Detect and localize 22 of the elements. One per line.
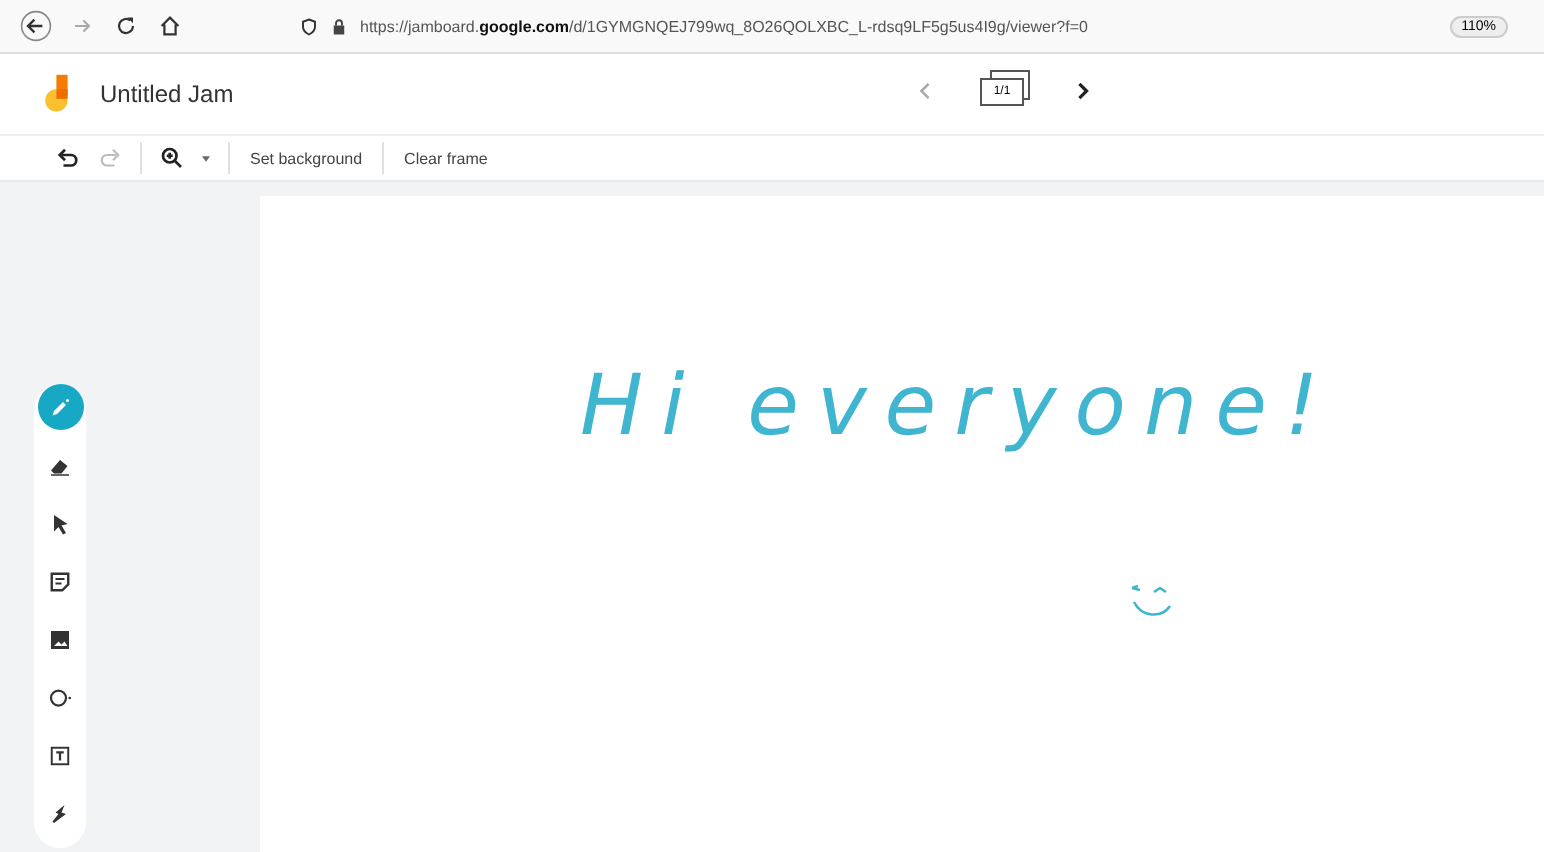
shield-icon[interactable]	[300, 17, 318, 35]
marker-icon	[48, 395, 72, 419]
undo-icon[interactable]	[56, 146, 80, 170]
clear-frame-button[interactable]: Clear frame	[402, 145, 490, 171]
dropdown-icon[interactable]	[202, 155, 210, 161]
set-background-button[interactable]: Set background	[248, 145, 365, 171]
circle-icon	[48, 685, 72, 709]
back-icon[interactable]	[20, 10, 52, 42]
lock-icon[interactable]	[330, 17, 348, 35]
sticky-note-icon	[48, 569, 72, 593]
image-icon	[48, 627, 72, 651]
pen-tool[interactable]	[37, 384, 83, 430]
reload-icon[interactable]	[112, 12, 140, 40]
jam-title[interactable]: Untitled Jam	[100, 80, 234, 108]
home-icon[interactable]	[156, 12, 184, 40]
zoom-icon[interactable]	[160, 146, 184, 170]
next-frame-icon[interactable]	[1074, 81, 1092, 99]
text-box-icon	[48, 743, 72, 767]
jamboard-logo-icon	[42, 74, 74, 114]
handwritten-text: Hi everyone!	[580, 356, 1337, 454]
pointer-icon	[48, 511, 72, 535]
url-text[interactable]: https://jamboard.google.com/d/1GYMGNQEJ799wq_8O26QOLXBC_L-rdsq9LF5g5us4I9g/viewer?f=0	[360, 17, 1088, 35]
